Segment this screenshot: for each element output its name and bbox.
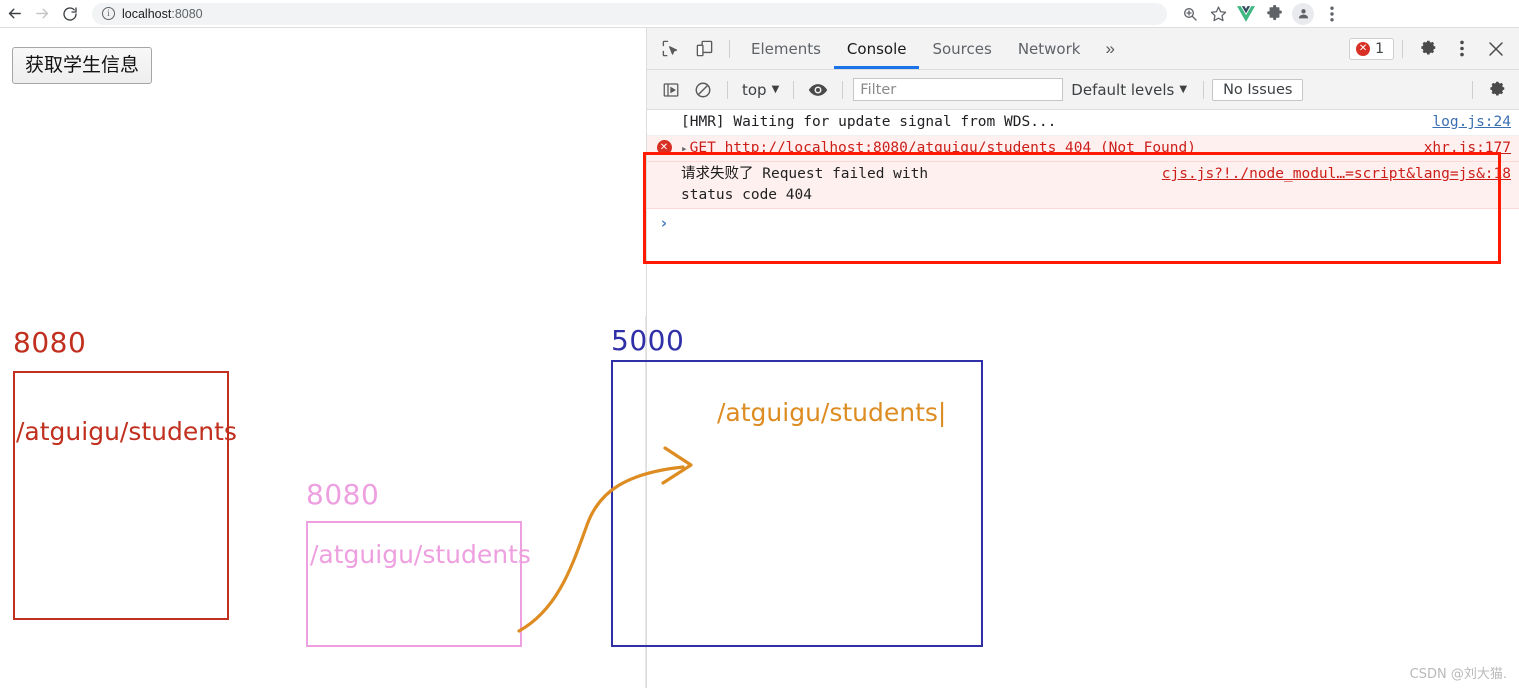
log-levels-select[interactable]: Default levels ▼ [1063,81,1195,99]
clear-console-icon[interactable] [687,77,719,103]
address-port: :8080 [171,6,203,21]
http-method: GET [689,140,716,156]
tab-console[interactable]: Console [834,28,920,69]
row-gutter [647,164,681,166]
more-options-icon[interactable] [1445,34,1479,64]
address-bar[interactable]: i localhost:8080 [92,2,1167,25]
browser-menu-icon[interactable] [1319,2,1345,26]
error-circle-icon: ✕ [1356,41,1371,56]
address-bar-url: localhost:8080 [122,7,203,21]
http-status: 404 (Not Found) [1065,140,1196,156]
console-settings-gear-icon[interactable] [1481,77,1513,103]
chevron-down-icon: ▼ [1179,84,1188,95]
devtools-tabbar-right: ✕ 1 [1349,34,1519,64]
prompt-caret-icon: › [660,214,668,232]
no-issues-button[interactable]: No Issues [1212,78,1304,101]
execution-context-select[interactable]: top ▼ [736,81,785,99]
devtools-tabbar: Elements Console Sources Network » ✕ 1 [647,28,1519,70]
console-source-link[interactable]: log.js:24 [1432,112,1511,133]
filterbar-divider-3 [842,80,844,99]
back-arrow-icon[interactable] [0,2,28,26]
console-input-prompt[interactable]: › [647,209,1519,236]
filterbar-divider-5 [1472,80,1473,99]
console-source-link[interactable]: xhr.js:177 [1424,138,1511,159]
inspect-element-icon[interactable] [653,34,687,64]
page-viewport: 获取学生信息 [0,28,645,688]
address-host: localhost [122,6,172,21]
reload-icon[interactable] [56,2,84,26]
filterbar-divider-2 [793,80,795,99]
more-tabs-icon[interactable]: » [1093,39,1126,59]
error-count-badge[interactable]: ✕ 1 [1349,37,1394,60]
tab-elements[interactable]: Elements [738,28,834,69]
console-message-text: ▸ GET http://localhost:8080/atguigu/stude… [681,138,1410,159]
console-message-list: [HMR] Waiting for update signal from WDS… [647,110,1519,236]
tab-network[interactable]: Network [1005,28,1094,69]
chinese-error-prefix: 请求失败了 [681,166,754,182]
device-toolbar-icon[interactable] [687,34,721,64]
zoom-icon[interactable] [1177,2,1203,26]
console-message-text: 请求失败了 Request failed with status code 40… [681,164,1148,206]
forward-arrow-icon[interactable] [28,2,56,26]
extensions-puzzle-icon[interactable] [1261,2,1287,26]
browser-toolbar: i localhost:8080 [0,0,1519,28]
console-row-network-error[interactable]: ✕ ▸ GET http://localhost:8080/atguigu/stu… [647,136,1519,162]
row-gutter [647,112,681,114]
live-expression-icon[interactable] [802,77,834,103]
row-gutter: ✕ [647,138,681,155]
site-info-icon[interactable]: i [102,7,115,20]
filterbar-divider-4 [1203,80,1205,99]
profile-avatar-icon[interactable] [1292,2,1314,25]
devtools-panel: Elements Console Sources Network » ✕ 1 t… [646,28,1519,688]
console-source-link[interactable]: cjs.js?!./node_modul…=script&lang=js&:18 [1162,164,1511,185]
tab-sources[interactable]: Sources [919,28,1004,69]
error-circle-icon: ✕ [656,140,672,155]
chevron-down-icon: ▼ [771,84,780,95]
browser-action-icons [1177,2,1351,26]
console-message-text: [HMR] Waiting for update signal from WDS… [681,114,1057,130]
filterbar-right [1464,77,1519,103]
console-filter-input[interactable] [853,78,1064,101]
expand-triangle-icon[interactable]: ▸ [681,142,688,155]
execution-context-value: top [742,80,767,99]
gear-icon[interactable] [1411,34,1445,64]
console-row-hmr[interactable]: [HMR] Waiting for update signal from WDS… [647,110,1519,136]
close-icon[interactable] [1479,34,1513,64]
row-gutter: › [647,211,681,234]
vue-devtools-icon[interactable] [1233,2,1259,26]
console-sidebar-icon[interactable] [655,77,687,103]
fetch-students-button[interactable]: 获取学生信息 [12,47,153,84]
tabbar-divider [729,39,730,58]
error-count-value: 1 [1375,40,1384,57]
request-url-link[interactable]: http://localhost:8080/atguigu/students [725,140,1057,156]
console-row-request-failed[interactable]: 请求失败了 Request failed with status code 40… [647,162,1519,209]
filterbar-divider-1 [727,80,728,99]
tabbar-right-divider [1402,39,1403,58]
log-levels-value: Default levels [1071,80,1175,99]
console-filter-toolbar: top ▼ Default levels ▼ No Issues [647,70,1519,110]
bookmark-star-icon[interactable] [1205,2,1231,26]
